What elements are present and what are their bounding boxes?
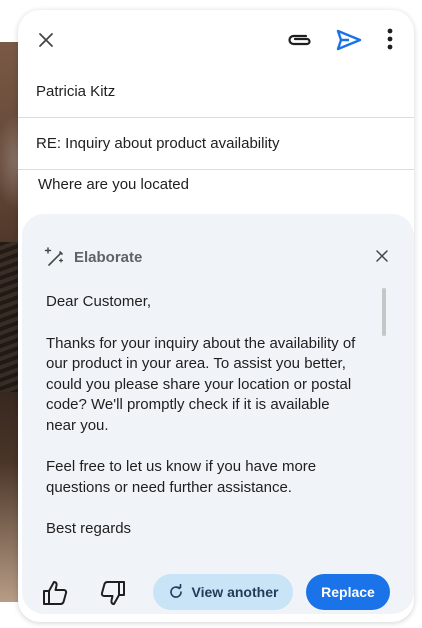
- panel-header: Elaborate: [44, 246, 142, 268]
- panel-title: Elaborate: [74, 248, 143, 266]
- thumbs-up-button[interactable]: [40, 578, 70, 608]
- replace-label: Replace: [321, 584, 375, 600]
- scrollbar[interactable]: [382, 288, 386, 336]
- refresh-icon: [168, 584, 184, 600]
- send-icon: [336, 29, 362, 51]
- thumbs-up-icon: [43, 581, 68, 605]
- close-icon: [376, 250, 388, 262]
- suggestion-paragraph: Best regards: [46, 520, 132, 537]
- send-button[interactable]: [333, 26, 365, 54]
- suggestion-paragraph: Thanks for your inquiry about the availa…: [46, 334, 356, 434]
- thumbs-down-button[interactable]: [98, 578, 128, 608]
- to-field[interactable]: Patricia Kitz: [18, 66, 414, 118]
- compose-toolbar: [18, 10, 414, 68]
- body-text[interactable]: Where are you located: [38, 176, 189, 193]
- to-recipient: Patricia Kitz: [36, 83, 116, 100]
- view-another-label: View another: [191, 584, 279, 600]
- more-vert-icon: [387, 28, 393, 50]
- close-compose-button[interactable]: [30, 28, 62, 52]
- suggestion-paragraph: Feel free to let us know if you have mor…: [46, 458, 317, 496]
- compose-window: Patricia Kitz RE: Inquiry about product …: [18, 10, 414, 622]
- magic-wand-icon: [44, 247, 64, 266]
- thumbs-down-icon: [100, 581, 125, 605]
- attachment-icon: [288, 34, 311, 46]
- close-icon: [39, 33, 53, 47]
- subject-text: RE: Inquiry about product availability: [36, 135, 280, 152]
- subject-field[interactable]: RE: Inquiry about product availability: [18, 118, 414, 170]
- attach-button[interactable]: [284, 26, 316, 54]
- suggestion-paragraph: Dear Customer,: [46, 293, 152, 310]
- panel-close-button[interactable]: [370, 244, 394, 268]
- replace-button[interactable]: Replace: [306, 574, 390, 610]
- view-another-button[interactable]: View another: [153, 574, 293, 610]
- more-options-button[interactable]: [378, 24, 402, 54]
- help-me-write-panel: Elaborate Dear Customer, Thanks for your…: [22, 214, 414, 614]
- panel-actions: View another Replace: [22, 570, 414, 610]
- suggested-text: Dear Customer, Thanks for your inquiry a…: [46, 292, 358, 561]
